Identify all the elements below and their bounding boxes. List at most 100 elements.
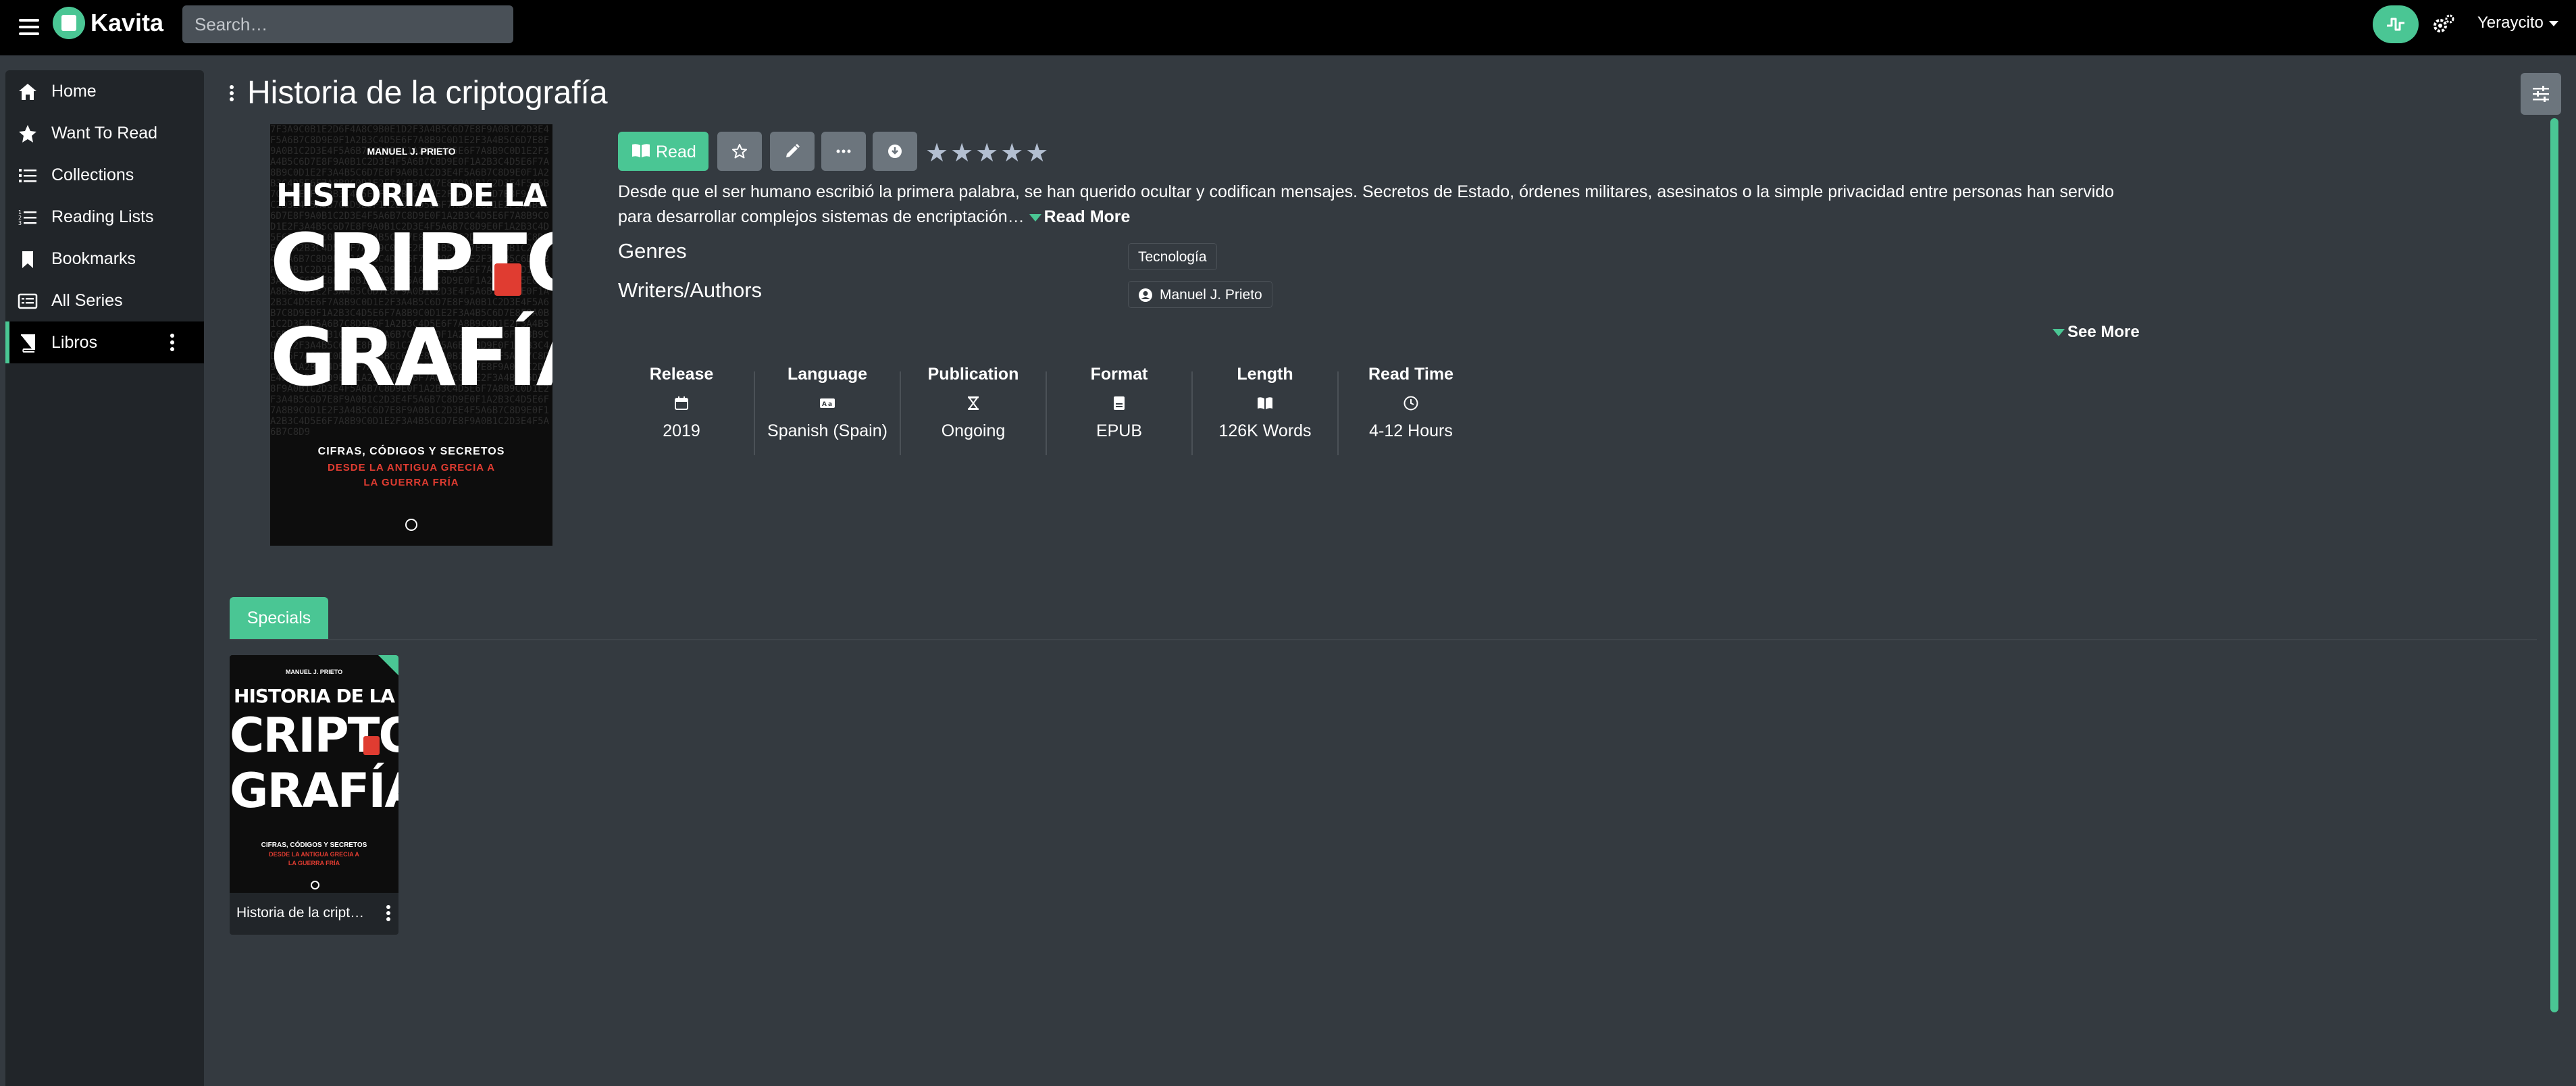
more-actions-button[interactable] [821, 132, 866, 171]
stat-heading: Read Time [1368, 365, 1453, 384]
activity-button[interactable] [2373, 5, 2419, 43]
svg-text:a: a [828, 401, 832, 408]
file-icon [1114, 396, 1125, 410]
kavita-logo-icon[interactable] [53, 7, 85, 39]
cover-subtitle-red: LA GUERRA FRÍA [363, 477, 459, 488]
special-card[interactable]: MANUEL J. PRIETO HISTORIA DE LA CRIPTO G… [230, 655, 398, 935]
stat-value: Spanish (Spain) [767, 421, 887, 440]
search-input[interactable] [182, 5, 513, 43]
book-icon [21, 334, 35, 353]
sidebar-item-bookmarks[interactable]: Bookmarks [5, 238, 204, 280]
top-navbar: Kavita Yeraycito [0, 0, 2576, 55]
pulse-icon [2387, 18, 2404, 31]
genre-tag[interactable]: Tecnología [1128, 243, 1217, 270]
open-book-icon [632, 144, 650, 157]
gears-icon[interactable] [2431, 12, 2456, 36]
sidebar-item-home[interactable]: Home [5, 70, 204, 112]
stat-value: 2019 [663, 421, 700, 440]
read-button-label: Read [656, 143, 696, 161]
hamburger-menu-icon[interactable] [19, 15, 39, 39]
tab-specials[interactable]: Specials [230, 597, 328, 639]
download-icon [888, 145, 902, 158]
star-icon [19, 125, 36, 143]
see-more-label: See More [2067, 323, 2140, 341]
see-more-link[interactable]: See More [2053, 323, 2140, 342]
stat-format: Format EPUB [1047, 365, 1191, 441]
sidebar-item-label: Want To Read [51, 124, 158, 143]
edit-button[interactable] [770, 132, 815, 171]
hourglass-icon [968, 396, 979, 410]
svg-text:3: 3 [18, 220, 22, 226]
sidebar-item-collections[interactable]: Collections [5, 154, 204, 196]
stat-value: 4-12 Hours [1369, 421, 1453, 440]
cover-author: MANUEL J. PRIETO [285, 669, 343, 675]
cover-subtitle: CIFRAS, CÓDIGOS Y SECRETOS [261, 842, 367, 849]
ordered-list-icon: 123 [18, 209, 36, 226]
publisher-logo-icon [311, 881, 319, 889]
cover-subtitle-red: LA GUERRA FRÍA [288, 860, 340, 867]
series-cover-image: 7F3A9C0B1E2D6F4A8C9B0E1D2F3A4B5C6D7E8F9A… [270, 124, 552, 546]
special-title[interactable]: Historia de la criptografía [236, 905, 371, 921]
rating-stars[interactable]: ★★★★★ [925, 138, 1050, 168]
stat-value: 126K Words [1218, 421, 1312, 440]
username: Yeraycito [2477, 14, 2544, 32]
unread-corner-badge [378, 655, 398, 675]
star-outline-icon [732, 144, 747, 159]
user-menu[interactable]: Yeraycito [2477, 14, 2558, 32]
caret-down-icon [1029, 213, 1041, 222]
page-title: Historia de la criptografía [247, 75, 608, 111]
publisher-logo-icon [405, 519, 417, 531]
filter-settings-button[interactable] [2521, 73, 2561, 115]
stat-heading: Language [787, 365, 868, 384]
sidebar-item-label: Bookmarks [51, 249, 136, 268]
sidebar-item-label: All Series [51, 291, 123, 310]
bookmark-icon [22, 251, 33, 268]
language-icon: Aa [820, 398, 835, 408]
caret-down-icon [2548, 20, 2558, 26]
summary-text: Desde que el ser humano escribió la prim… [618, 182, 2115, 226]
home-icon [19, 84, 36, 100]
sidebar-item-label: Collections [51, 165, 134, 184]
cover-lock-icon [363, 736, 380, 755]
stat-read-time: Read Time 4-12 Hours [1339, 365, 1483, 441]
cover-subtitle: CIFRAS, CÓDIGOS Y SECRETOS [317, 446, 505, 457]
scrollbar[interactable] [2550, 118, 2558, 1012]
card-actions-icon[interactable] [386, 905, 390, 923]
sidebar-item-label: Home [51, 82, 97, 101]
all-series-icon [18, 293, 38, 309]
person-circle-icon [1139, 288, 1152, 302]
cover-lock-icon [494, 263, 521, 296]
list-icon [19, 169, 36, 182]
sidebar-item-libros[interactable]: Libros [5, 321, 204, 363]
ellipsis-icon [836, 149, 851, 153]
pencil-icon [786, 144, 800, 157]
sliders-icon [2533, 86, 2549, 102]
sidebar-item-want-to-read[interactable]: Want To Read [5, 112, 204, 154]
cover-subtitle-red: DESDE LA ANTIGUA GRECIA A [269, 851, 359, 858]
cover-title-line1: HISTORIA DE LA [276, 177, 547, 213]
cover-author: MANUEL J. PRIETO [367, 146, 456, 157]
stat-release: Release 2019 [609, 365, 754, 441]
caret-down-icon [2053, 329, 2065, 337]
download-button[interactable] [873, 132, 917, 171]
open-book-icon [1258, 397, 1272, 409]
library-options-icon[interactable] [170, 334, 176, 353]
author-badge[interactable]: Manuel J. Prieto [1128, 281, 1272, 308]
read-button[interactable]: Read [618, 132, 709, 171]
brand-name[interactable]: Kavita [91, 8, 163, 38]
sidebar-item-all-series[interactable]: All Series [5, 280, 204, 321]
stat-value: Ongoing [941, 421, 1006, 440]
series-actions-icon[interactable] [230, 85, 235, 103]
sidebar-item-reading-lists[interactable]: 123 Reading Lists [5, 196, 204, 238]
stat-heading: Release [649, 365, 714, 384]
sidebar-item-label: Libros [51, 333, 98, 352]
cover-title-line3: GRAFÍA [270, 311, 552, 404]
calendar-icon [675, 396, 688, 410]
want-to-read-button[interactable] [717, 132, 762, 171]
cover-title-line3: GRAFÍA [230, 763, 398, 819]
svg-text:A: A [822, 401, 827, 408]
read-more-link[interactable]: Read More [1029, 207, 1130, 226]
author-name: Manuel J. Prieto [1160, 287, 1262, 303]
special-cover-image[interactable]: MANUEL J. PRIETO HISTORIA DE LA CRIPTO G… [230, 655, 398, 893]
stat-heading: Length [1237, 365, 1293, 384]
